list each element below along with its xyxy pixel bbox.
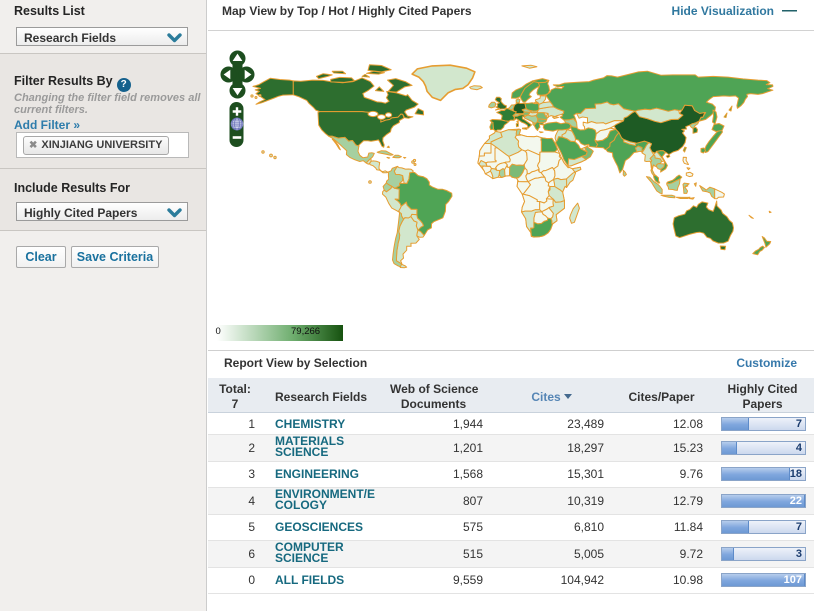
svg-text:0: 0	[216, 326, 221, 337]
svg-text:79,266: 79,266	[291, 326, 320, 337]
